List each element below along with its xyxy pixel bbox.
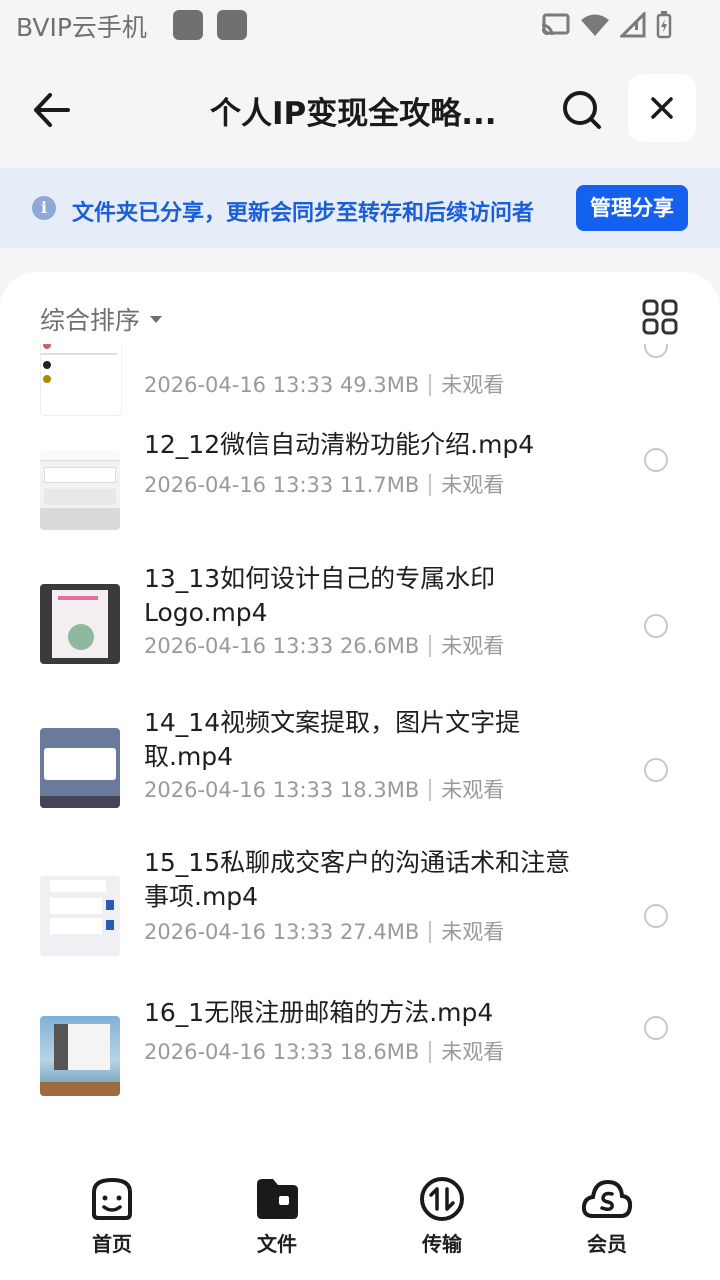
file-date: 2026-04-16 13:33 (144, 778, 334, 802)
video-thumbnail (40, 584, 120, 664)
file-meta: 2026-04-16 13:33 27.4MB 未观看 (144, 916, 504, 946)
file-name: 13_13如何设计自己的专属水印Logo.mp4 (144, 564, 496, 627)
tab-vip[interactable]: 会员 (547, 1176, 667, 1266)
info-icon: i (32, 196, 56, 220)
select-radio[interactable] (644, 448, 668, 472)
tab-files[interactable]: 文件 (217, 1176, 337, 1266)
battery-icon (656, 11, 672, 39)
notification-icon (217, 10, 247, 40)
video-thumbnail (40, 728, 120, 808)
file-size: 49.3MB (339, 373, 420, 397)
select-radio[interactable] (644, 614, 668, 638)
file-size: 18.6MB (339, 1040, 420, 1064)
select-radio[interactable] (644, 1016, 668, 1040)
close-button[interactable] (628, 74, 696, 142)
file-size: 27.4MB (339, 920, 420, 944)
select-radio[interactable] (644, 904, 668, 928)
file-meta: 2026-04-16 13:33 26.6MB 未观看 (144, 630, 504, 660)
wifi-icon (581, 14, 609, 36)
file-panel: 综合排序 2026-04-16 13:33 49.3MB 未观看 12_12微信… (0, 272, 720, 1280)
file-name: 15_15私聊成交客户的沟通话术和注意事项.mp4 (144, 848, 571, 911)
file-row[interactable]: 16_1无限注册邮箱的方法.mp4 2026-04-16 13:33 18.6M… (0, 984, 720, 1124)
file-name: 16_1无限注册邮箱的方法.mp4 (144, 998, 494, 1027)
page-title: 个人IP变现全攻略... (210, 96, 497, 132)
file-size: 26.6MB (339, 634, 420, 658)
video-thumbnail (40, 450, 120, 530)
sort-label: 综合排序 (40, 306, 141, 335)
watch-status: 未观看 (441, 373, 505, 397)
status-icons (540, 10, 672, 40)
sort-dropdown[interactable]: 综合排序 (40, 302, 163, 336)
file-meta: 2026-04-16 13:33 18.3MB 未观看 (144, 774, 504, 804)
search-icon (563, 91, 601, 129)
file-size: 18.3MB (339, 778, 420, 802)
vip-cloud-icon (581, 1179, 633, 1218)
watch-status: 未观看 (441, 473, 505, 497)
select-radio[interactable] (644, 758, 668, 782)
video-thumbnail (40, 1016, 120, 1096)
file-name: 12_12微信自动清粉功能介绍.mp4 (144, 430, 535, 459)
file-date: 2026-04-16 13:33 (144, 373, 334, 397)
tab-label: 首页 (92, 1232, 132, 1256)
file-date: 2026-04-16 13:33 (144, 1040, 334, 1064)
file-row[interactable]: 13_13如何设计自己的专属水印Logo.mp4 2026-04-16 13:3… (0, 546, 720, 690)
video-thumbnail (40, 344, 122, 416)
smile-icon (92, 1177, 132, 1220)
file-list: 2026-04-16 13:33 49.3MB 未观看 12_12微信自动清粉功能… (0, 344, 720, 1144)
file-date: 2026-04-16 13:33 (144, 920, 334, 944)
watch-status: 未观看 (441, 1040, 505, 1064)
caret-down-icon (150, 315, 163, 323)
share-banner: i 文件夹已分享，更新会同步至转存和后续访问者 管理分享 (0, 168, 720, 248)
header: 个人IP变现全攻略... (0, 70, 720, 150)
share-banner-text: 文件夹已分享，更新会同步至转存和后续访问者 (72, 201, 535, 226)
file-size: 11.7MB (339, 473, 420, 497)
file-meta: 2026-04-16 13:33 11.7MB 未观看 (144, 469, 504, 499)
file-meta: 2026-04-16 13:33 49.3MB 未观看 (144, 369, 504, 399)
tab-label: 传输 (422, 1232, 462, 1256)
transfer-icon (420, 1177, 464, 1221)
signal-icon (620, 12, 646, 38)
grid-view-button[interactable] (642, 299, 678, 335)
tab-label: 会员 (587, 1232, 627, 1256)
watch-status: 未观看 (441, 634, 505, 658)
file-date: 2026-04-16 13:33 (144, 473, 334, 497)
arrow-left-icon (34, 93, 70, 127)
status-app-name: BVIP云手机 (16, 13, 147, 42)
watch-status: 未观看 (441, 778, 505, 802)
file-name: 14_14视频文案提取，图片文字提取.mp4 (144, 708, 521, 771)
cast-icon (541, 13, 570, 36)
status-bar: BVIP云手机 (0, 0, 720, 50)
tab-label: 文件 (257, 1232, 297, 1256)
file-row[interactable]: 14_14视频文案提取，图片文字提取.mp4 2026-04-16 13:33 … (0, 690, 720, 834)
tab-transfer[interactable]: 传输 (382, 1176, 502, 1266)
file-row[interactable]: 15_15私聊成交客户的沟通话术和注意事项.mp4 2026-04-16 13:… (0, 834, 720, 984)
manage-share-button[interactable]: 管理分享 (576, 185, 688, 231)
search-button[interactable] (556, 84, 608, 136)
tab-home[interactable]: 首页 (52, 1176, 172, 1266)
select-radio[interactable] (644, 344, 668, 358)
watch-status: 未观看 (441, 920, 505, 944)
folder-icon (257, 1179, 298, 1219)
video-thumbnail (40, 876, 120, 956)
notification-icon (173, 10, 203, 40)
back-button[interactable] (28, 86, 80, 134)
file-row[interactable]: 2026-04-16 13:33 49.3MB 未观看 (0, 344, 720, 416)
file-meta: 2026-04-16 13:33 18.6MB 未观看 (144, 1036, 504, 1066)
bottom-tab-bar: 首页 文件 传输 会员 (0, 1150, 720, 1280)
file-date: 2026-04-16 13:33 (144, 634, 334, 658)
file-row[interactable]: 12_12微信自动清粉功能介绍.mp4 2026-04-16 13:33 11.… (0, 416, 720, 546)
grid-icon (642, 299, 678, 335)
close-icon (651, 97, 673, 119)
